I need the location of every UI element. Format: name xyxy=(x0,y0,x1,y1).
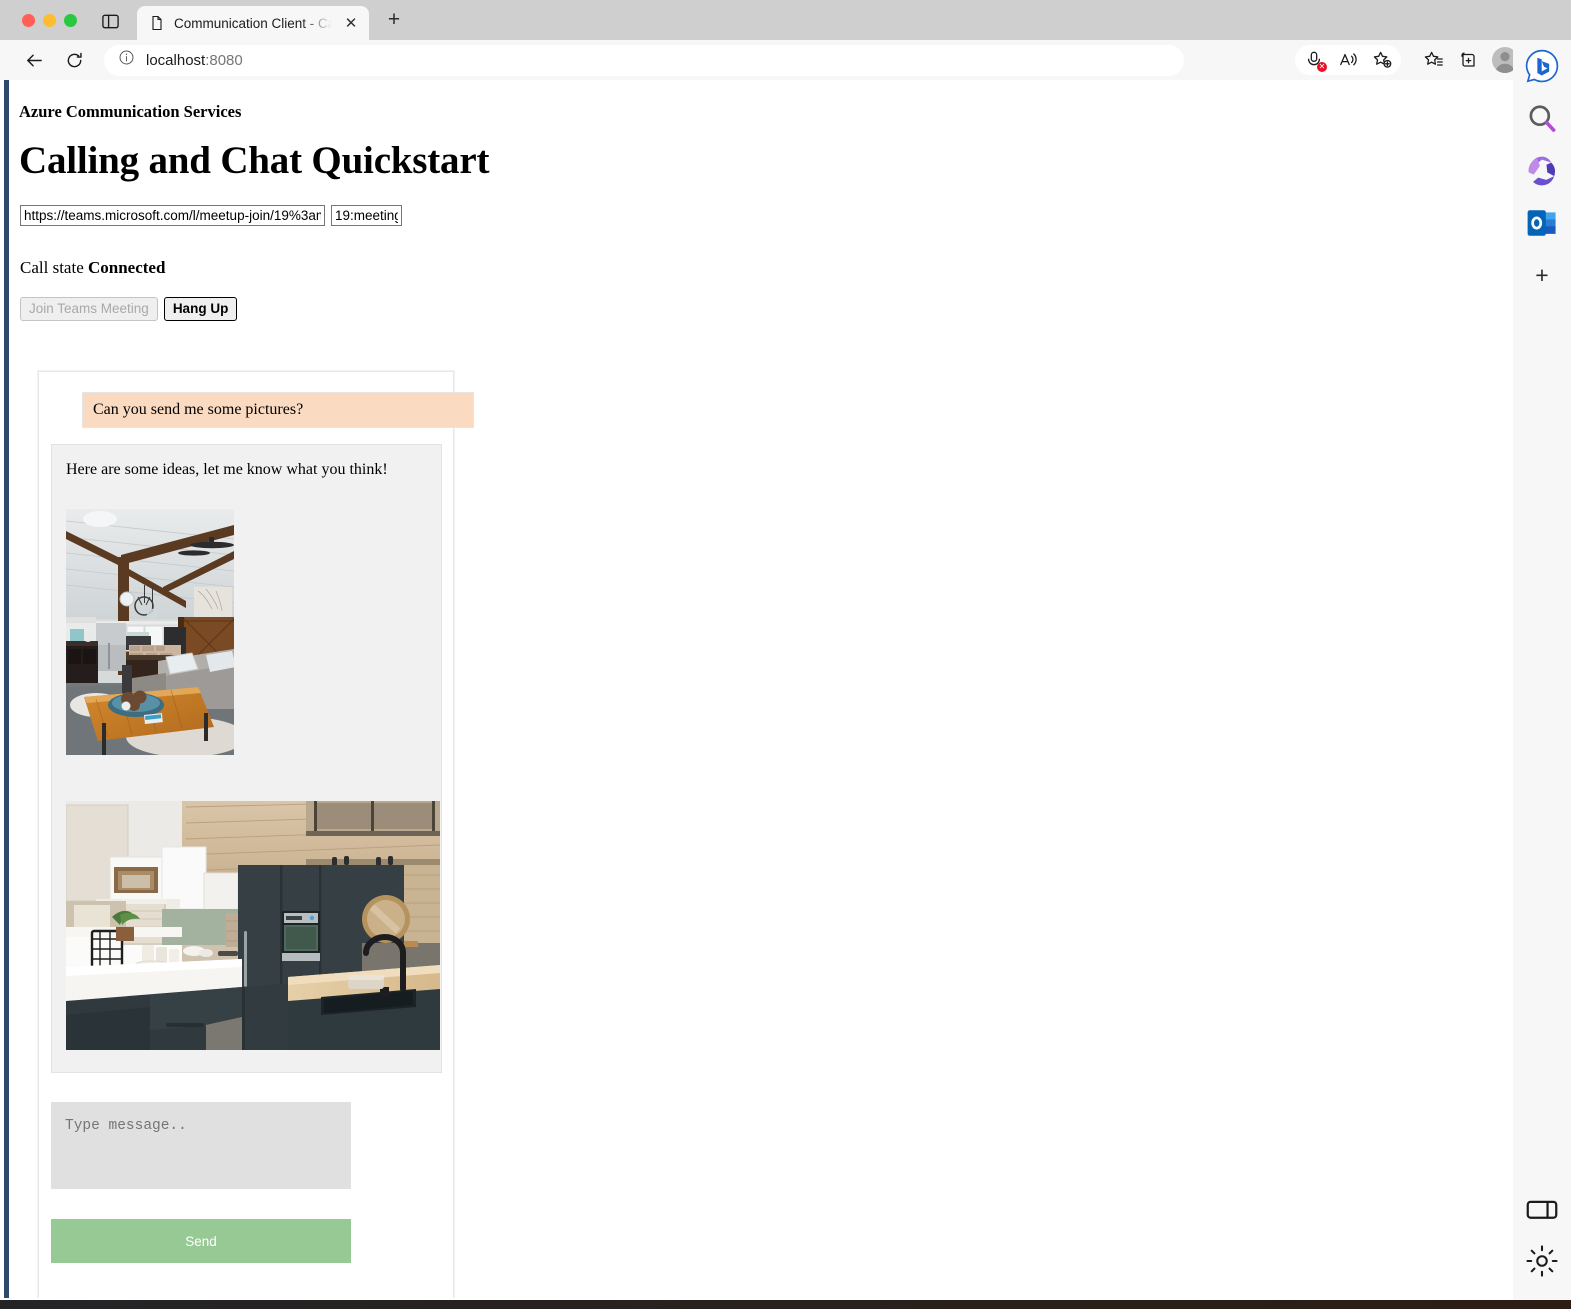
bing-chat-icon[interactable] xyxy=(1523,48,1561,86)
page-viewport: Azure Communication Services Calling and… xyxy=(4,80,1513,1298)
chat-message-outgoing: Here are some ideas, let me know what yo… xyxy=(51,444,442,1073)
meeting-inputs-row xyxy=(20,205,1513,226)
back-arrow-icon[interactable] xyxy=(18,44,50,76)
microphone-muted-icon[interactable]: ✕ xyxy=(1297,45,1331,75)
new-tab-button[interactable]: + xyxy=(381,6,407,32)
chat-message-text: Can you send me some pictures? xyxy=(93,401,304,418)
photo-living-room[interactable] xyxy=(66,509,234,755)
url-host: localhost xyxy=(146,51,206,69)
tab-title: Communication Client - Calling and Chat xyxy=(174,15,332,31)
outlook-icon[interactable] xyxy=(1523,204,1561,242)
call-state-label: Call state xyxy=(20,258,84,277)
maximize-window-button[interactable] xyxy=(64,14,77,27)
read-aloud-icon[interactable] xyxy=(1331,45,1365,75)
chat-message-incoming: Can you send me some pictures? xyxy=(82,392,474,428)
thread-id-input[interactable] xyxy=(331,205,402,226)
message-input[interactable] xyxy=(51,1102,351,1189)
toolbar-pill-group: ✕ xyxy=(1295,45,1401,75)
url-port: :8080 xyxy=(205,51,243,69)
join-teams-meeting-button[interactable]: Join Teams Meeting xyxy=(20,297,158,321)
browser-tab-strip: Communication Client - Calling and Chat … xyxy=(0,0,1571,40)
minimize-window-button[interactable] xyxy=(43,14,56,27)
add-favorite-icon[interactable] xyxy=(1365,45,1399,75)
page-title: Calling and Chat Quickstart xyxy=(19,139,490,182)
page-icon xyxy=(149,15,165,31)
browser-window: Communication Client - Calling and Chat … xyxy=(0,0,1571,1300)
brand-heading: Azure Communication Services xyxy=(19,102,242,121)
hang-up-button[interactable]: Hang Up xyxy=(163,297,238,321)
microphone-blocked-badge: ✕ xyxy=(1317,62,1327,72)
edge-sidebar: + xyxy=(1513,40,1571,1300)
page-content: Azure Communication Services Calling and… xyxy=(9,80,1513,1298)
send-button[interactable]: Send xyxy=(51,1219,351,1263)
call-state-value: Connected xyxy=(87,258,166,277)
meeting-link-input[interactable] xyxy=(20,205,325,226)
sidebar-settings-icon[interactable] xyxy=(1523,1242,1561,1280)
favorites-icon[interactable] xyxy=(1417,45,1451,75)
call-state-line: Call state Connected xyxy=(20,258,1513,278)
add-sidebar-app-icon[interactable]: + xyxy=(1523,256,1561,294)
url-text: localhost:8080 xyxy=(146,52,243,69)
call-buttons-row: Join Teams Meeting Hang Up xyxy=(20,297,1513,321)
close-icon[interactable]: ✕ xyxy=(341,13,361,33)
split-screen-icon[interactable] xyxy=(1523,1190,1561,1228)
tab-list-icon[interactable] xyxy=(99,10,121,32)
chat-composer: Send xyxy=(51,1102,441,1263)
search-icon[interactable] xyxy=(1523,100,1561,138)
browser-toolbar: localhost:8080 ✕ xyxy=(0,40,1571,80)
window-traffic-lights xyxy=(0,14,77,40)
info-circle-icon[interactable] xyxy=(118,49,135,71)
collections-icon[interactable] xyxy=(1451,45,1485,75)
photo-kitchen[interactable] xyxy=(66,801,440,1050)
address-bar[interactable]: localhost:8080 xyxy=(104,44,1184,76)
microsoft-365-icon[interactable] xyxy=(1523,152,1561,190)
close-window-button[interactable] xyxy=(22,14,35,27)
reload-icon[interactable] xyxy=(58,44,90,76)
browser-tab[interactable]: Communication Client - Calling and Chat … xyxy=(137,6,369,40)
chat-message-text: Here are some ideas, let me know what yo… xyxy=(66,461,388,478)
chat-widget: Can you send me some pictures? Here are … xyxy=(38,371,474,1298)
